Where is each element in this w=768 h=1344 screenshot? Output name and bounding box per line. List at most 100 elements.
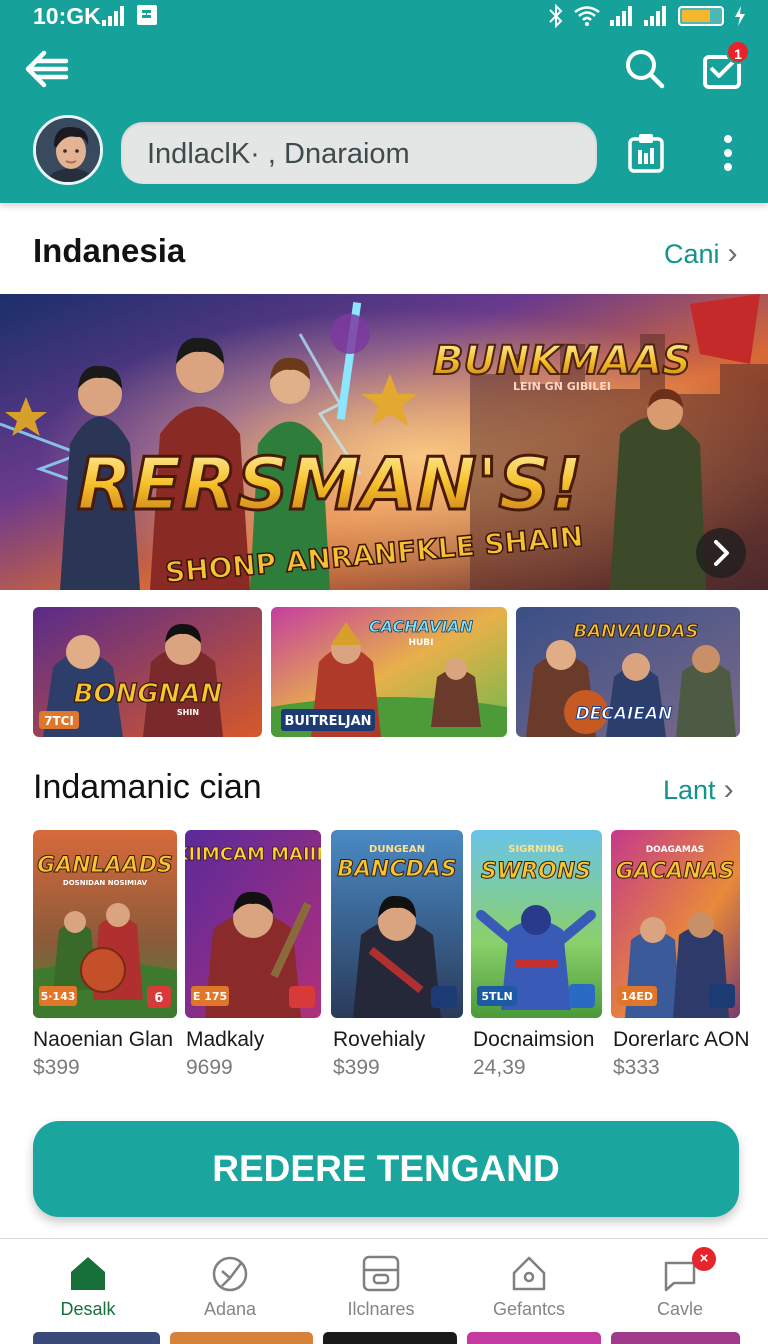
hero-banner[interactable]: BUNKMAAS LEIN GN GIBILEI RERSMAN'S! SHON… [0, 294, 768, 590]
section-title-1: Indanesia [33, 232, 186, 269]
section-link-1[interactable]: Cani › [664, 237, 738, 271]
game-card-3-price: $399 [333, 1056, 380, 1079]
card-art-title: SWRONS [481, 859, 591, 884]
chevron-right-icon: › [727, 237, 738, 270]
nav-item-home[interactable]: Desalk [28, 1239, 148, 1331]
signal-icon [102, 6, 124, 26]
nav-item-library[interactable]: Ilclnares [321, 1239, 441, 1331]
shop-icon [512, 1256, 546, 1291]
peek-tile [323, 1332, 457, 1344]
peek-tile [611, 1332, 740, 1344]
thumbnail-label: DECAIEAN [576, 704, 673, 724]
library-icon [362, 1255, 400, 1292]
peek-tile [33, 1332, 160, 1344]
search-button[interactable] [624, 48, 666, 90]
battery-icon [678, 6, 724, 26]
thumbnail-art-title: BONGNAN [74, 679, 223, 709]
inbox-badge: 1 [726, 40, 750, 64]
search-input[interactable]: IndlaclK· , Dnaraiom [121, 122, 597, 184]
svg-text:SIGRNING: SIGRNING [508, 844, 564, 855]
compass-icon [212, 1256, 248, 1292]
charging-icon [735, 6, 745, 26]
game-card-2-price: 9699 [186, 1056, 233, 1079]
home-icon [71, 1257, 105, 1290]
hero-logo-sub: LEIN GN GIBILEI [513, 380, 611, 393]
game-thumbnail-2[interactable]: CACHAVIAN HUBI BUITRELJAN [271, 607, 507, 737]
section-link-2[interactable]: Lant › [663, 773, 734, 807]
nav-item-label: Desalk [60, 1299, 116, 1319]
svg-text:HUBI: HUBI [408, 638, 433, 648]
peek-tile [170, 1332, 313, 1344]
nav-item-label: Adana [203, 1299, 257, 1319]
clipboard-button[interactable] [627, 133, 665, 173]
user-portrait-icon [36, 118, 100, 182]
inbox-button[interactable]: 1 [702, 40, 750, 90]
card-tag: E 175 [193, 990, 227, 1003]
hero-title: RERSMAN'S! [77, 442, 583, 526]
bottom-nav: Desalk Adana Ilclnares Gefantcs × Cavle [0, 1238, 768, 1330]
card-artwork: KIIMCAM MAIIN E 175 [185, 830, 321, 1018]
hero-artwork: BUNKMAAS LEIN GN GIBILEI RERSMAN'S! SHON… [0, 294, 768, 590]
game-card-4-name[interactable]: Docnaimsion [473, 1028, 594, 1052]
section-link-2-label: Lant [663, 774, 716, 805]
card-art-title: BANCDAS [337, 857, 457, 882]
nav-item-explore[interactable]: Adana [170, 1239, 290, 1331]
thumbnail-art-title: CACHAVIAN [369, 617, 474, 636]
back-arrow-icon [25, 50, 69, 88]
game-card-4-price: 24,39 [473, 1056, 526, 1079]
nav-item-label: Gefantcs [492, 1299, 566, 1319]
more-vert-icon [724, 135, 732, 171]
card-art-title: KIIMCAM MAIIN [185, 844, 321, 865]
peek-tile [467, 1332, 601, 1344]
section-link-1-label: Cani [664, 238, 720, 269]
svg-text:SHIN: SHIN [177, 708, 199, 717]
card-artwork: DUNGEAN BANCDAS [331, 830, 463, 1018]
card-artwork: SIGRNING SWRONS 5TLN [471, 830, 602, 1018]
game-card-2-name[interactable]: Madkaly [186, 1028, 264, 1052]
game-card-2[interactable]: KIIMCAM MAIIN E 175 [185, 830, 321, 1018]
hero-next-button[interactable] [696, 528, 746, 578]
game-card-5-price: $333 [613, 1056, 660, 1079]
game-card-3[interactable]: DUNGEAN BANCDAS [331, 830, 463, 1018]
app-header: 10:GK 1 IndlaclK· , Dnaraiom [0, 0, 768, 203]
nav-item-shop[interactable]: Gefantcs [469, 1239, 589, 1331]
search-icon [626, 50, 665, 89]
status-left-icons [102, 4, 158, 26]
nav-item-label: Ilclnares [347, 1299, 415, 1319]
card-tag: 5TLN [481, 990, 512, 1003]
game-thumbnail-3[interactable]: BANVAUDAS DECAIEAN [516, 607, 740, 737]
svg-text:DUNGEAN: DUNGEAN [369, 844, 425, 855]
nav-item-chat[interactable]: × Cavle [620, 1239, 740, 1331]
back-button[interactable] [24, 48, 70, 90]
card-tag: 14ED [621, 990, 653, 1003]
game-card-1[interactable]: GANLAADS DOSNIDAN NOSIMIAV 5·143 б [33, 830, 177, 1018]
thumbnail-artwork: CACHAVIAN HUBI BUITRELJAN [271, 607, 507, 737]
game-thumbnail-1[interactable]: BONGNAN SHIN 7TCI [33, 607, 262, 737]
signal-icon-2 [610, 6, 632, 26]
thumbnail-art-title: BANVAUDAS [574, 621, 699, 642]
thumbnail-label: 7TCI [44, 714, 74, 728]
status-bar: 10:GK [0, 0, 768, 30]
wifi-icon [574, 6, 600, 26]
more-options-button[interactable] [716, 132, 740, 174]
card-art-title: GACANAS [616, 859, 735, 884]
game-card-3-name[interactable]: Rovehialy [333, 1028, 425, 1052]
card-art-title: GANLAADS [37, 853, 173, 878]
game-card-1-name[interactable]: Naoenian Glan [33, 1028, 173, 1052]
chat-badge: × [692, 1247, 716, 1271]
game-card-5-name[interactable]: Dorerlarc AON [613, 1028, 750, 1052]
nav-item-label: Cavle [656, 1299, 704, 1319]
card-tag: 5·143 [41, 990, 76, 1003]
svg-text:б: б [155, 991, 163, 1005]
avatar[interactable] [33, 115, 103, 185]
thumbnail-label: BUITRELJAN [284, 714, 371, 729]
game-card-4[interactable]: SIGRNING SWRONS 5TLN [471, 830, 602, 1018]
svg-text:DOSNIDAN NOSIMIAV: DOSNIDAN NOSIMIAV [63, 879, 148, 887]
card-artwork: DOAGAMAS GACANAS 14ED [611, 830, 740, 1018]
primary-cta-button[interactable]: REDERE TENGAND [33, 1121, 739, 1217]
svg-text:DOAGAMAS: DOAGAMAS [646, 845, 705, 855]
game-card-5[interactable]: DOAGAMAS GACANAS 14ED [611, 830, 740, 1018]
signal-icon-3 [644, 6, 666, 26]
chevron-right-icon [714, 540, 729, 566]
chevron-right-icon: › [723, 773, 734, 806]
